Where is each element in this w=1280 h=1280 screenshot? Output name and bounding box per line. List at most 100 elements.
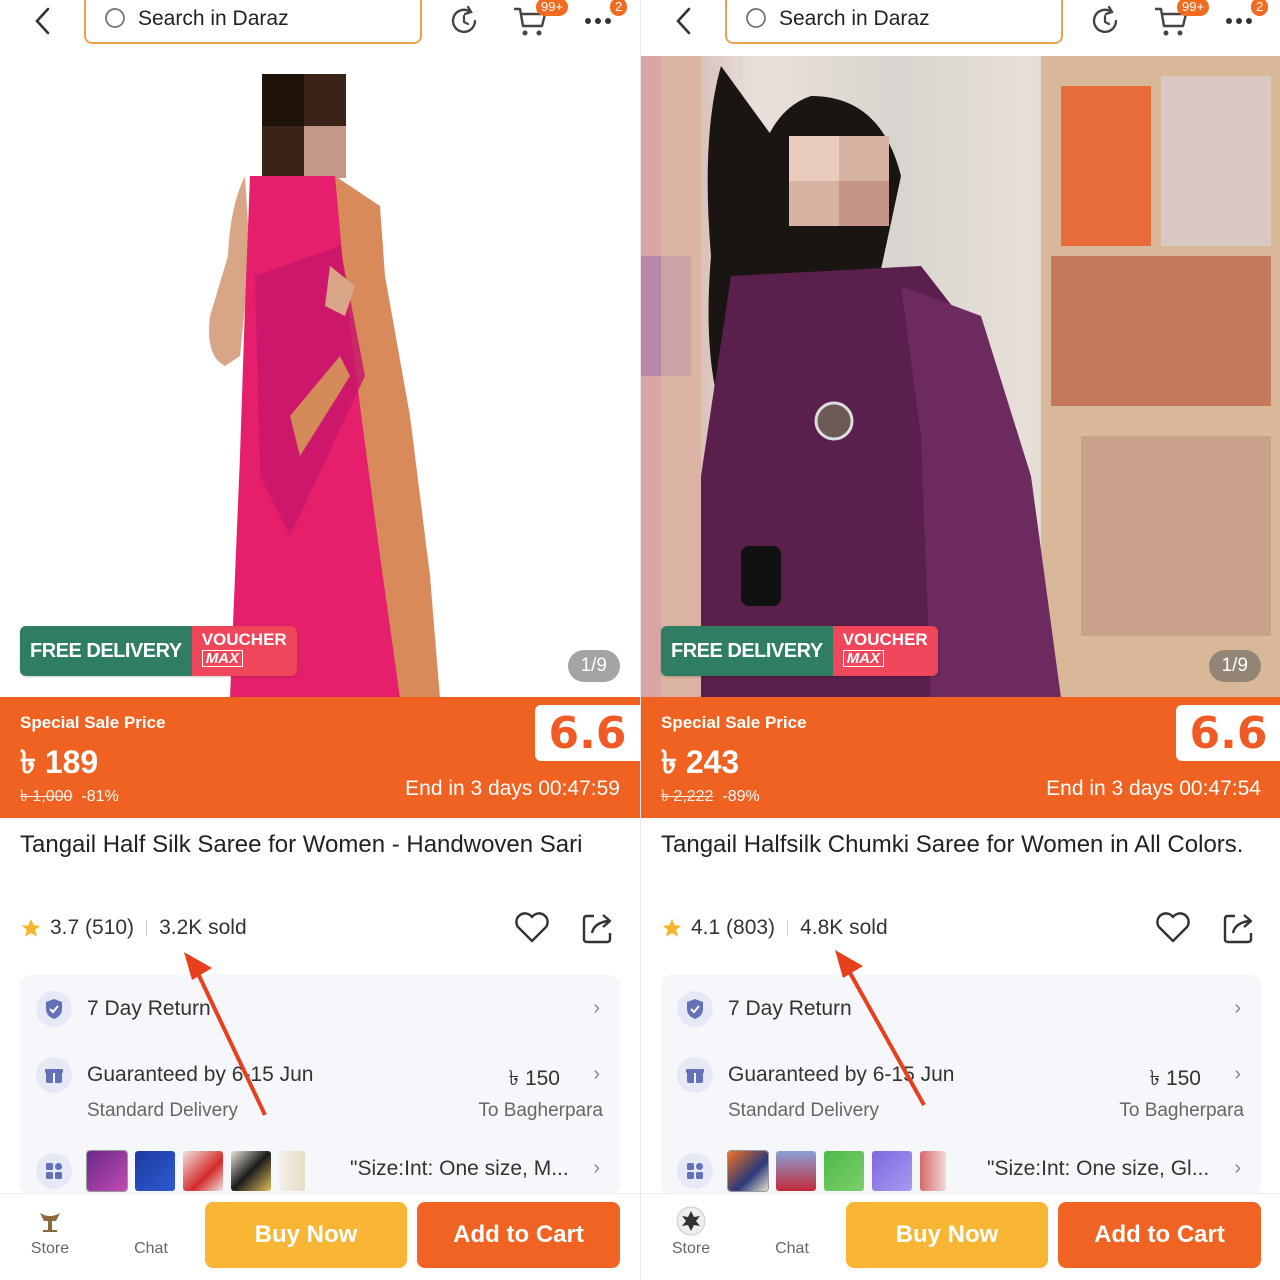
- chevron-right-icon: ›: [1234, 1063, 1241, 1085]
- buy-now-button[interactable]: Buy Now: [205, 1202, 407, 1268]
- delivery-destination: To Bagherpara: [1119, 1100, 1244, 1121]
- product-title: Tangail Halfsilk Chumki Saree for Women …: [661, 831, 1244, 858]
- delivery-type: Standard Delivery: [87, 1100, 239, 1121]
- discount-percent: -89%: [722, 788, 760, 805]
- variant-thumbnail[interactable]: [824, 1151, 864, 1191]
- chevron-right-icon: ›: [593, 1157, 600, 1179]
- chat-button[interactable]: Chat: [757, 1240, 827, 1258]
- variant-thumbnail[interactable]: [920, 1151, 946, 1191]
- delivery-fee: ৳ 150: [508, 1067, 560, 1090]
- refresh-icon[interactable]: [1085, 2, 1125, 40]
- rating-value: 4.1 (803): [691, 916, 776, 939]
- more-icon[interactable]: 2: [1219, 0, 1269, 40]
- variant-thumbnail[interactable]: [727, 1150, 769, 1192]
- variant-thumbnail[interactable]: [135, 1151, 175, 1191]
- delivery-destination: To Bagherpara: [478, 1100, 603, 1121]
- product-panel-right: Search in Daraz 99+ 2 FREE DELIVERY VOUC…: [640, 0, 1280, 1280]
- sale-label: Special Sale Price: [20, 713, 166, 732]
- return-policy-text: 7 Day Return: [728, 997, 852, 1020]
- chevron-right-icon: ›: [593, 1063, 600, 1085]
- store-button[interactable]: Store: [656, 1206, 726, 1258]
- delivery-type: Standard Delivery: [728, 1100, 880, 1121]
- back-arrow-icon[interactable]: [667, 4, 701, 38]
- variant-thumbnail[interactable]: [231, 1151, 271, 1191]
- gift-box-icon: [36, 1057, 72, 1093]
- chevron-right-icon: ›: [593, 997, 600, 1019]
- divider: [787, 920, 789, 936]
- countdown-timer: End in 3 days 00:47:54: [1046, 777, 1261, 800]
- size-selection[interactable]: "Size:Int: One size, Gl...: [987, 1157, 1209, 1181]
- sale-banner: Special Sale Price ৳ 243 ৳ 2,222 -89% 6.…: [641, 697, 1280, 818]
- variant-thumbnail[interactable]: [872, 1151, 912, 1191]
- divider: [146, 920, 148, 936]
- store-logo-icon: [35, 1206, 65, 1236]
- guarantee-text: Guaranteed by 6-15 Jun: [728, 1063, 955, 1086]
- voucher-max-badge: VOUCHER MAX: [832, 626, 938, 676]
- chat-label: Chat: [134, 1240, 168, 1257]
- cart-icon[interactable]: 99+: [1151, 0, 1210, 40]
- add-to-cart-button[interactable]: Add to Cart: [1058, 1202, 1261, 1268]
- star-icon: [21, 918, 41, 937]
- campaign-badge: 6.6: [535, 705, 640, 761]
- search-input[interactable]: Search in Daraz: [725, 0, 1063, 44]
- delivery-row[interactable]: Guaranteed by 6-15 Jun ৳ 150 › Standard …: [661, 1057, 1261, 1127]
- product-image[interactable]: FREE DELIVERY VOUCHER MAX 1/9: [0, 56, 640, 698]
- product-image[interactable]: FREE DELIVERY VOUCHER MAX 1/9: [641, 56, 1280, 698]
- voucher-label: VOUCHER: [201, 630, 287, 649]
- return-policy-row[interactable]: 7 Day Return ›: [20, 989, 620, 1029]
- store-button[interactable]: Store: [15, 1206, 85, 1258]
- search-placeholder: Search in Daraz: [138, 7, 289, 30]
- wishlist-heart-icon[interactable]: [1153, 907, 1193, 947]
- sold-count: 4.8K sold: [800, 916, 888, 939]
- variant-thumbnail[interactable]: [776, 1151, 816, 1191]
- original-price-row: ৳ 2,222 -89%: [661, 783, 760, 810]
- chat-button[interactable]: Chat: [116, 1240, 186, 1258]
- grid-options-icon: [36, 1153, 72, 1189]
- countdown-timer: End in 3 days 00:47:59: [405, 777, 620, 800]
- variant-thumbnails[interactable]: [86, 1150, 305, 1192]
- image-counter: 1/9: [1208, 650, 1261, 682]
- share-icon[interactable]: [1219, 907, 1259, 947]
- free-delivery-badge: FREE DELIVERY: [661, 626, 833, 676]
- wishlist-heart-icon[interactable]: [512, 907, 552, 947]
- free-delivery-badge: FREE DELIVERY: [20, 626, 192, 676]
- cart-icon[interactable]: 99+: [510, 0, 569, 40]
- buy-now-button[interactable]: Buy Now: [846, 1202, 1048, 1268]
- chevron-right-icon: ›: [1234, 1157, 1241, 1179]
- variant-thumbnail[interactable]: [279, 1151, 305, 1191]
- search-input[interactable]: Search in Daraz: [84, 0, 422, 44]
- product-title: Tangail Half Silk Saree for Women - Hand…: [20, 831, 583, 858]
- promo-badges: FREE DELIVERY VOUCHER MAX: [20, 626, 297, 676]
- cart-badge: 99+: [536, 0, 569, 16]
- voucher-max-label: MAX: [842, 650, 885, 667]
- variant-thumbnail[interactable]: [86, 1150, 128, 1192]
- variant-thumbnails[interactable]: [727, 1150, 946, 1192]
- return-policy-row[interactable]: 7 Day Return ›: [661, 989, 1261, 1029]
- store-label: Store: [671, 1240, 711, 1257]
- rating-row[interactable]: 4.1 (803) 4.8K sold: [661, 912, 888, 944]
- image-counter: 1/9: [567, 650, 620, 682]
- delivery-row[interactable]: Guaranteed by 6-15 Jun ৳ 150 › Standard …: [20, 1057, 620, 1127]
- original-price-row: ৳ 1,000 -81%: [20, 783, 119, 810]
- guarantee-text: Guaranteed by 6-15 Jun: [87, 1063, 314, 1086]
- add-to-cart-button[interactable]: Add to Cart: [417, 1202, 620, 1268]
- original-price: ৳ 1,000: [20, 788, 73, 805]
- saree-photo: [209, 74, 440, 698]
- voucher-max-badge: VOUCHER MAX: [191, 626, 297, 676]
- store-logo-icon: [676, 1206, 706, 1236]
- back-arrow-icon[interactable]: [26, 4, 60, 38]
- sold-count: 3.2K sold: [159, 916, 247, 939]
- campaign-badge: 6.6: [1176, 705, 1280, 761]
- voucher-label: VOUCHER: [842, 630, 928, 649]
- rating-row[interactable]: 3.7 (510) 3.2K sold: [20, 912, 247, 944]
- variant-thumbnail[interactable]: [183, 1151, 223, 1191]
- delivery-fee: ৳ 150: [1149, 1067, 1201, 1090]
- more-icon[interactable]: 2: [578, 0, 628, 40]
- share-icon[interactable]: [578, 907, 618, 947]
- info-card: 7 Day Return › Guaranteed by 6-15 Jun ৳ …: [661, 975, 1261, 1195]
- refresh-icon[interactable]: [444, 2, 484, 40]
- sale-banner: Special Sale Price ৳ 189 ৳ 1,000 -81% 6.…: [0, 697, 640, 818]
- rating-value: 3.7 (510): [50, 916, 135, 939]
- top-bar: Search in Daraz 99+ 2: [641, 0, 1280, 56]
- size-selection[interactable]: "Size:Int: One size, M...: [350, 1157, 569, 1181]
